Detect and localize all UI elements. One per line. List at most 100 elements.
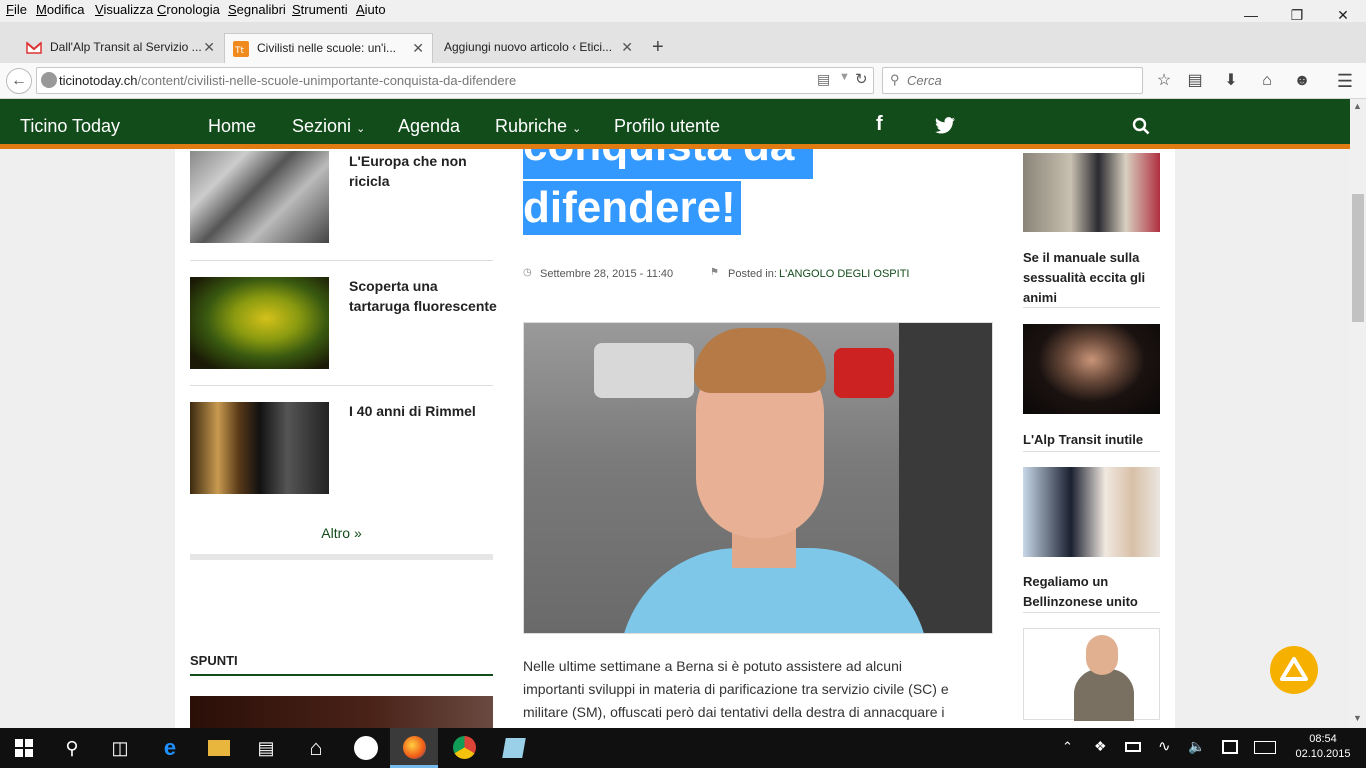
file-explorer-app[interactable] [194,728,242,768]
sidebar-article-title[interactable]: Se il manuale sulla sessualità eccita gl… [1023,248,1160,308]
chrome-app[interactable] [440,728,488,768]
start-button[interactable] [0,728,48,768]
thumbnail-image[interactable] [190,402,329,494]
dropbox-icon[interactable]: ❖ [1094,738,1107,755]
wifi-icon[interactable]: ∿ [1158,737,1171,755]
twitter-icon[interactable] [934,117,956,135]
windows-taskbar: ⚲ ◫ e ▤ ⌂ ⌃ ❖ ∿ 🔈 08:54 02.10.2015 [0,728,1366,768]
chevron-down-icon: ⌄ [356,123,366,135]
section-heading-spunti: SPUNTI [190,653,238,668]
thumbnail-image[interactable] [190,277,329,369]
menu-visualizza[interactable]: Visualizza [95,2,153,17]
thumbnail-image[interactable] [1023,324,1160,414]
clock[interactable]: 08:54 02.10.2015 [1290,732,1356,762]
dropdown-icon[interactable]: ▼ [839,71,850,83]
chevron-up-icon[interactable]: ⌃ [1062,739,1073,755]
facebook-icon[interactable]: f [876,113,883,136]
scroll-up-arrow[interactable]: ▲ [1353,101,1362,111]
menu-aiuto[interactable]: Aiuto [356,2,386,17]
tab-civilisti[interactable]: Tt Civilisti nelle scuole: un'i... ✕ [224,33,433,63]
back-button[interactable]: ← [6,68,32,94]
web-page: L'Europa che non ricicla Scoperta una ta… [0,99,1350,728]
tab-aggiungi[interactable]: Aggiungi nuovo articolo ‹ Etici... ✕ [436,33,641,63]
thumbnail-image[interactable] [190,151,329,243]
nav-agenda[interactable]: Agenda [398,116,460,137]
article-body: Nelle ultime settimane a Berna si è potu… [523,655,993,724]
nav-sezioni[interactable]: Sezioni ⌄ [292,116,365,137]
thumbnail-image[interactable] [1023,467,1160,557]
thumbnail-image[interactable] [1023,628,1160,721]
sidebar-article-title[interactable]: Regaliamo un Bellinzonese unito [1023,572,1160,612]
article-photo [523,322,993,634]
scroll-down-arrow[interactable]: ▼ [1353,713,1362,723]
site-brand[interactable]: Ticino Today [20,116,120,137]
bookmark-star-icon[interactable]: ☆ [1154,71,1174,91]
divider [1023,612,1160,613]
store-bag-icon: ▤ [257,738,275,758]
firefox-app[interactable] [390,728,438,768]
menu-strumenti[interactable]: Strumenti [292,2,348,17]
tab-bar: Dall'Alp Transit al Servizio ... ✕ Tt Ci… [0,22,1366,63]
sidebar-article-title[interactable]: L'Europa che non ricicla [349,151,499,191]
reader-view-icon[interactable]: ▤ [817,71,830,88]
notes-app[interactable] [490,728,538,768]
category-link[interactable]: L'ANGOLO DEGLI OSPITI [779,268,909,280]
battery-icon[interactable] [1125,742,1141,752]
search-taskbar-button[interactable]: ⚲ [48,728,96,768]
keyboard-icon[interactable] [1254,741,1276,754]
nav-rubriche[interactable]: Rubriche ⌄ [495,116,581,137]
close-icon[interactable]: ✕ [621,33,633,61]
chrome-icon [453,736,476,759]
nav-home[interactable]: Home [208,116,256,137]
tab-label: Dall'Alp Transit al Servizio ... [50,40,202,54]
close-icon[interactable]: ✕ [412,34,424,62]
sidebar-article-title[interactable]: L'Alp Transit inutile [1023,430,1160,450]
folder-icon [208,740,230,756]
task-view-icon: ◫ [111,738,129,758]
edge-icon: e [163,735,177,760]
sidebar-article-title[interactable]: Scoperta una tartaruga fluorescente [349,276,499,316]
tab-gmail[interactable]: Dall'Alp Transit al Servizio ... ✕ [18,33,223,63]
search-icon: ⚲ [65,738,79,758]
menu-cronologia[interactable]: Cronologia [157,2,220,17]
scrollbar-thumb[interactable] [1352,194,1364,322]
section-underline [190,674,493,676]
more-link[interactable]: Altro » [190,525,493,541]
thumbnail-image[interactable] [190,696,493,728]
search-box[interactable]: ⚲ [882,67,1143,94]
volume-icon[interactable]: 🔈 [1188,738,1205,755]
search-input[interactable] [907,71,1127,90]
photo-jacket-shape [1074,669,1134,721]
ticino-today-icon: Tt [233,41,249,57]
url-bar[interactable]: ticinotoday.ch/content/civilisti-nelle-s… [36,67,874,94]
hamburger-menu-icon[interactable]: ☰ [1335,71,1355,91]
home-icon[interactable]: ⌂ [1257,71,1277,91]
reload-icon[interactable]: ↻ [855,70,868,88]
site-navbar: Ticino Today Home Sezioni ⌄ Agenda Rubri… [0,99,1350,149]
thumbnail-image[interactable] [1023,153,1160,232]
menu-segnalibri[interactable]: Segnalibri [228,2,286,17]
reading-list-icon[interactable]: ▤ [1185,71,1205,91]
menu-modifica[interactable]: Modifica [36,2,84,17]
search-icon[interactable] [1132,117,1150,135]
store-app[interactable]: ▤ [242,728,290,768]
edge-app[interactable]: e [146,728,194,768]
notifications-icon[interactable] [1222,740,1238,754]
back-to-top-button[interactable] [1270,646,1318,694]
posted-in-label: Posted in: [728,268,777,280]
sidebar-article-title[interactable]: I 40 anni di Rimmel [349,401,499,421]
nav-profilo-utente[interactable]: Profilo utente [614,116,720,137]
search-icon: ⚲ [890,72,900,87]
hp-app[interactable] [342,728,390,768]
svg-text:Tt: Tt [234,46,244,56]
page-scrollbar[interactable]: ▲ ▼ [1350,99,1366,728]
tab-label: Aggiungi nuovo articolo ‹ Etici... [444,40,613,54]
close-icon[interactable]: ✕ [203,33,215,61]
menu-file[interactable]: File [6,2,27,17]
smiley-icon[interactable]: ☻ [1292,71,1312,91]
download-icon[interactable]: ⬇ [1221,71,1241,91]
task-view-button[interactable]: ◫ [96,728,144,768]
nav-label: Rubriche [495,116,568,136]
new-tab-button[interactable]: + [652,33,664,61]
home-app[interactable]: ⌂ [292,728,340,768]
